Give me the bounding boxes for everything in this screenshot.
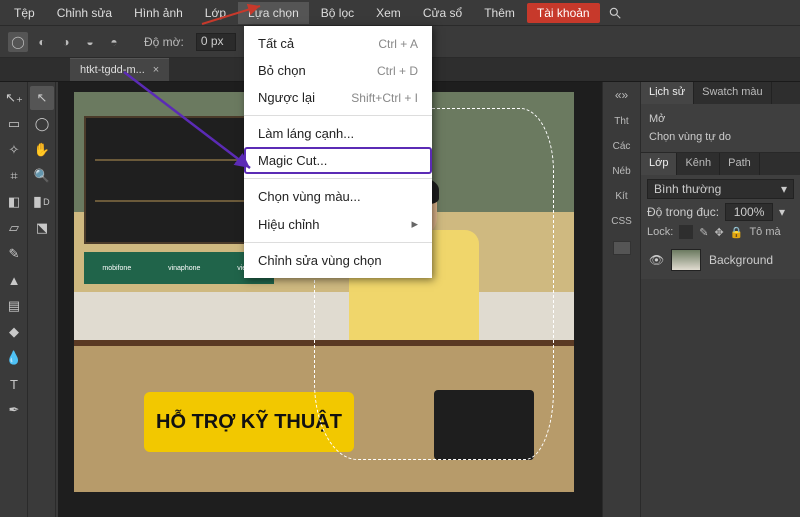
- menu-item-edit-selection[interactable]: Chỉnh sửa vùng chọn: [244, 247, 432, 274]
- mag-lasso-option-icon[interactable]: ◑: [56, 32, 76, 52]
- fill-label: Tô mà: [749, 226, 780, 238]
- menu-item-refine-edge[interactable]: Làm láng cạnh...: [244, 120, 432, 147]
- menu-view[interactable]: Xem: [366, 2, 411, 24]
- menubar: Tệp Chỉnh sửa Hình ảnh Lớp Lựa chọn Bộ l…: [0, 0, 800, 26]
- chevron-down-icon: ▾: [781, 182, 787, 196]
- annotation-arrow-menu: [200, 2, 270, 28]
- color-d-icon[interactable]: █ D: [30, 190, 54, 214]
- tab-layers[interactable]: Lớp: [641, 153, 677, 175]
- stub-label[interactable]: Tht: [614, 116, 628, 127]
- lock-all-icon[interactable]: 🔒: [730, 226, 744, 239]
- brush-tool-icon[interactable]: ✎: [2, 242, 26, 266]
- cursor-plus-icon[interactable]: ↖₊: [2, 86, 26, 110]
- menu-item-modify[interactable]: Hiệu chỉnh▸: [244, 210, 432, 238]
- stub-label[interactable]: Kít: [615, 191, 627, 202]
- annotation-arrow-magic-cut: [120, 68, 260, 178]
- layer-row[interactable]: 👁 Background: [647, 245, 794, 275]
- lock-transparency-icon[interactable]: [679, 225, 693, 239]
- menu-separator: [244, 242, 432, 243]
- tab-history[interactable]: Lịch sử: [641, 82, 694, 104]
- menu-edit[interactable]: Chỉnh sửa: [47, 2, 122, 24]
- tab-channels[interactable]: Kênh: [677, 153, 720, 175]
- feather-input[interactable]: 0 px: [196, 33, 236, 51]
- lock-move-icon[interactable]: ✥: [715, 226, 724, 239]
- bucket-tool-icon[interactable]: ◆: [2, 320, 26, 344]
- menu-image[interactable]: Hình ảnh: [124, 2, 193, 24]
- feather-label: Độ mờ:: [144, 35, 184, 49]
- menu-separator: [244, 115, 432, 116]
- expand-icon[interactable]: «»: [615, 88, 628, 102]
- layers-panel: Bình thường▾ Độ trong đục: 100% ▾ Lock: …: [641, 175, 800, 279]
- menu-account[interactable]: Tài khoản: [527, 3, 600, 23]
- marquee-tool-icon[interactable]: ▭: [2, 112, 26, 136]
- lock-brush-icon[interactable]: ✎: [699, 226, 708, 239]
- move-tool-icon[interactable]: ↖: [30, 86, 54, 110]
- opacity-label: Độ trong đục:: [647, 205, 719, 219]
- right-panels: «» Tht Các Néb Kít CSS Lịch sử Swatch mà…: [602, 82, 800, 517]
- menu-more[interactable]: Thêm: [474, 2, 525, 24]
- collapsed-panel-stub: «» Tht Các Néb Kít CSS: [602, 82, 640, 517]
- history-panel-tabs: Lịch sử Swatch màu: [641, 82, 800, 104]
- swatch-picker-icon[interactable]: ◧: [2, 190, 26, 214]
- poly-lasso-option-icon[interactable]: ◐: [32, 32, 52, 52]
- history-panel: Mở Chọn vùng tự do: [641, 104, 800, 153]
- drop-tool-icon[interactable]: 💧: [2, 346, 26, 370]
- lasso-tool-icon[interactable]: ◯: [30, 112, 54, 136]
- layer-thumbnail: [671, 249, 701, 271]
- menu-file[interactable]: Tệp: [4, 2, 45, 24]
- wand-tool-icon[interactable]: ✧: [2, 138, 26, 162]
- menu-item-magic-cut[interactable]: Magic Cut...: [244, 147, 432, 174]
- menu-window[interactable]: Cửa sổ: [413, 2, 472, 24]
- hand-tool-icon[interactable]: ✋: [30, 138, 54, 162]
- clone-tool-icon[interactable]: ▲: [2, 268, 26, 292]
- lasso-option-icon[interactable]: ◯: [8, 32, 28, 52]
- visibility-icon[interactable]: 👁: [649, 253, 663, 267]
- stub-label[interactable]: Các: [613, 141, 631, 152]
- color-swap-icon[interactable]: ⬔: [30, 216, 54, 240]
- extra-tool-icon[interactable]: ▤: [2, 294, 26, 318]
- tools-panel: ↖₊ ▭ ✧ ⌗ ◧ ▱ ✎ ▲ ▤ ◆ 💧 T ✒ ↖ ◯ ✋ 🔍 █ D ⬔: [0, 82, 58, 517]
- eraser-tool-icon[interactable]: ▱: [2, 216, 26, 240]
- opacity-input[interactable]: 100%: [725, 203, 773, 221]
- menu-filter[interactable]: Bộ lọc: [311, 2, 364, 24]
- menu-item-deselect[interactable]: Bỏ chọnCtrl + D: [244, 57, 432, 84]
- option-e-icon[interactable]: ◓: [104, 32, 124, 52]
- blend-mode-select[interactable]: Bình thường▾: [647, 179, 794, 199]
- pen-tool-icon[interactable]: ✒: [2, 398, 26, 422]
- tab-paths[interactable]: Path: [720, 153, 760, 175]
- crop-tool-icon[interactable]: ⌗: [2, 164, 26, 188]
- tab-swatches[interactable]: Swatch màu: [694, 82, 772, 104]
- menu-item-inverse[interactable]: Ngược lạiShift+Ctrl + I: [244, 84, 432, 111]
- search-icon[interactable]: [608, 6, 622, 20]
- menu-separator: [244, 178, 432, 179]
- stub-thumb[interactable]: [613, 241, 631, 255]
- history-item[interactable]: Chọn vùng tự do: [649, 128, 792, 146]
- layer-name: Background: [709, 253, 773, 267]
- menu-item-select-all[interactable]: Tất cảCtrl + A: [244, 30, 432, 57]
- history-item[interactable]: Mở: [649, 110, 792, 128]
- layers-panel-tabs: Lớp Kênh Path: [641, 153, 800, 175]
- submenu-arrow-icon: ▸: [411, 216, 418, 232]
- text-tool-icon[interactable]: T: [2, 372, 26, 396]
- stub-label[interactable]: CSS: [611, 216, 632, 227]
- select-menu-dropdown: Tất cảCtrl + A Bỏ chọnCtrl + D Ngược lại…: [244, 26, 432, 278]
- chevron-down-icon[interactable]: ▾: [779, 205, 785, 219]
- menu-item-color-range[interactable]: Chọn vùng màu...: [244, 183, 432, 210]
- stub-label[interactable]: Néb: [612, 166, 630, 177]
- zoom-tool-icon[interactable]: 🔍: [30, 164, 54, 188]
- lock-label: Lock:: [647, 226, 673, 238]
- option-d-icon[interactable]: ◒: [80, 32, 100, 52]
